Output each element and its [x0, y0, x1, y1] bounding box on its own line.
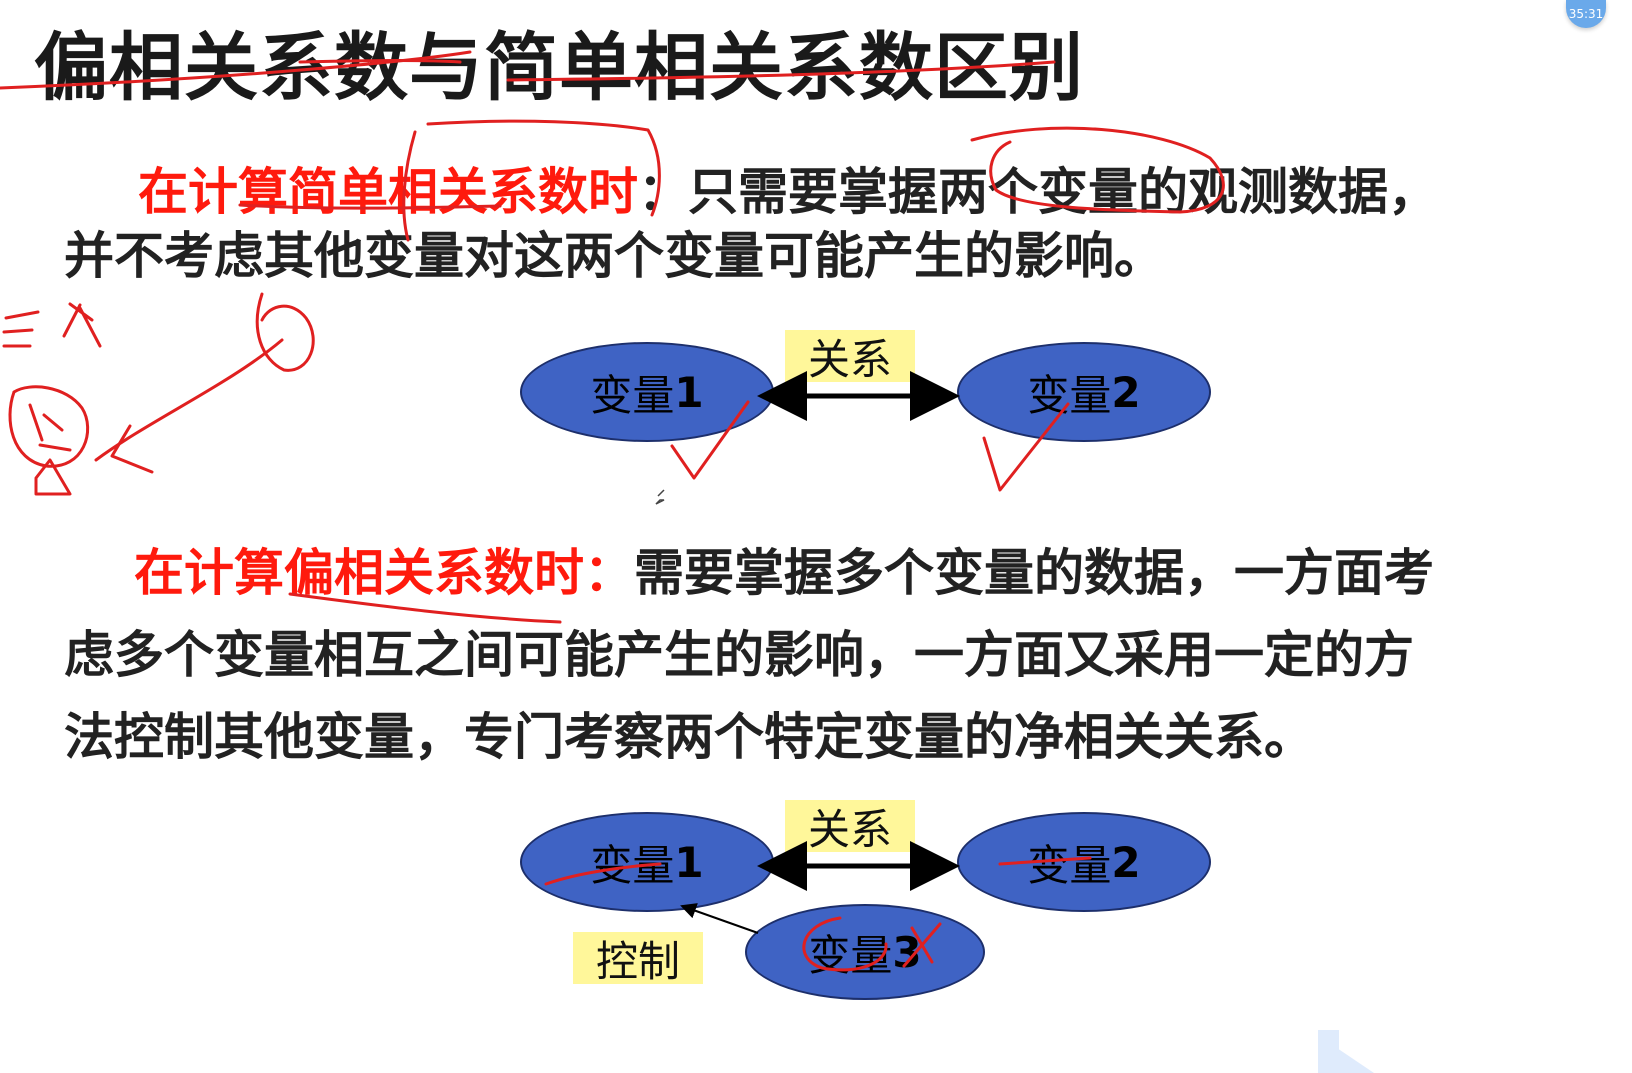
- slide: 偏相关系数与简单相关系数区别 35:31 在计算简单相关系数时：只需要掌握两个变…: [0, 0, 1632, 1073]
- diagram1-var1-number: 1: [674, 367, 704, 417]
- diagram2-var1-label: 变量: [590, 840, 675, 890]
- diagram2-control-arrow: [680, 903, 759, 934]
- section1-line1-text: ：只需要掌握两个变量的观测数据，: [638, 163, 1438, 221]
- section2-line2: 虑多个变量相互之间可能产生的影响，一方面又采用一定的方: [64, 626, 1414, 684]
- diagram2-relation-label: 关系: [785, 800, 915, 854]
- slide-title: 偏相关系数与简单相关系数区别: [34, 25, 1084, 111]
- diagram1-var2-label: 变量: [1027, 370, 1112, 420]
- diagram1-variable2-oval: 变量 2: [957, 342, 1211, 442]
- diagram1-var2-number: 2: [1111, 367, 1141, 417]
- section2-line1: 在计算偏相关系数时：需要掌握多个变量的数据，一方面考: [134, 533, 1434, 605]
- diagram2-var2-label: 变量: [1027, 840, 1112, 890]
- section2-line3: 法控制其他变量，专门考察两个特定变量的净相关关系。: [64, 708, 1314, 766]
- diagram2-var1-number: 1: [674, 837, 704, 887]
- diagram1-variable1-oval: 变量 1: [520, 342, 774, 442]
- section1-line2: 并不考虑其他变量对这两个变量可能产生的影响。: [64, 227, 1164, 285]
- diagram2-var3-number: 3: [892, 927, 922, 977]
- section2-line1-text: 需要掌握多个变量的数据，一方面考: [634, 544, 1434, 602]
- diagram2-var2-number: 2: [1111, 837, 1141, 887]
- watermark-logo: [1318, 1030, 1374, 1073]
- diagram2-variable2-oval: 变量 2: [957, 812, 1211, 912]
- diagram2-variable1-oval: 变量 1: [520, 812, 774, 912]
- timer-badge[interactable]: 35:31: [1566, 0, 1606, 28]
- diagram2-control-label: 控制: [573, 932, 703, 986]
- diagram2-variable3-oval: 变量 3: [745, 904, 985, 1000]
- section1-lead: 在计算简单相关系数时: [138, 163, 638, 221]
- diagram1-var1-label: 变量: [590, 370, 675, 420]
- section1-line1: 在计算简单相关系数时：只需要掌握两个变量的观测数据，: [138, 152, 1438, 224]
- diagram1-relation-label: 关系: [785, 330, 915, 384]
- section2-lead: 在计算偏相关系数时：: [134, 544, 634, 602]
- diagram2-var3-label: 变量: [808, 930, 893, 980]
- cursor-icon: [655, 489, 665, 505]
